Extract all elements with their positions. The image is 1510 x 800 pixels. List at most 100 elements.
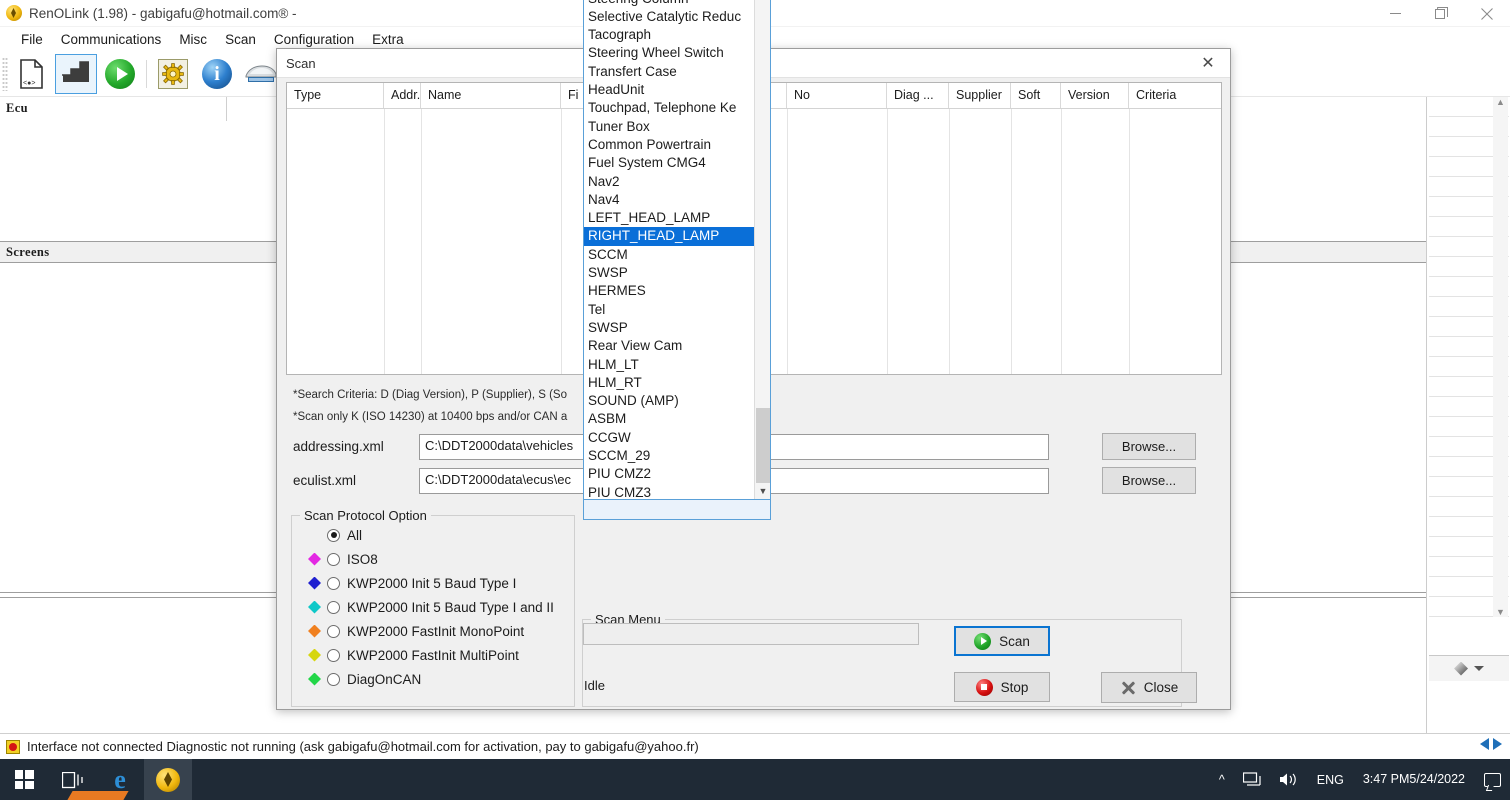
list-item[interactable]: LEFT_HEAD_LAMP: [584, 209, 755, 227]
maximize-button[interactable]: [1418, 0, 1464, 27]
column-header-supplier[interactable]: Supplier: [949, 83, 1011, 108]
radio-fastinit-mono[interactable]: [327, 624, 340, 638]
list-item[interactable]: SCCM_29: [584, 447, 755, 465]
ecu-type-combobox-input[interactable]: [583, 500, 771, 520]
chevron-down-icon[interactable]: [1474, 666, 1484, 671]
notifications-icon[interactable]: [1475, 759, 1510, 800]
eculist-browse-button[interactable]: Browse...: [1102, 467, 1196, 494]
ecu-type-listbox[interactable]: Intelligent Bat Sensor Rear View Cam Ste…: [583, 0, 771, 500]
scroll-down-icon[interactable]: ▼: [755, 482, 770, 499]
list-item[interactable]: Common Powertrain: [584, 136, 755, 154]
scan-dialog-close-icon[interactable]: ✕: [1186, 49, 1230, 77]
menu-communications[interactable]: Communications: [52, 30, 171, 49]
list-item[interactable]: Transfert Case: [584, 63, 755, 81]
stop-button[interactable]: Stop: [954, 672, 1050, 702]
list-item[interactable]: Fuel System CMG4: [584, 154, 755, 172]
volume-icon[interactable]: [1270, 759, 1308, 800]
scrollbar-thumb[interactable]: [756, 408, 770, 483]
close-dialog-button[interactable]: Close: [1101, 672, 1197, 703]
toolbar-grip[interactable]: [2, 56, 8, 91]
scroll-up-icon[interactable]: ▲: [1496, 97, 1505, 107]
column-header-no[interactable]: No: [787, 83, 887, 108]
scan-protocol-option-group: Scan Protocol Option All ISO8 KWP2000 In…: [291, 508, 575, 707]
list-item[interactable]: Nav4: [584, 191, 755, 209]
list-item[interactable]: Nav2: [584, 173, 755, 191]
statusbar-arrows[interactable]: [1480, 738, 1502, 750]
toolbar-settings-button[interactable]: [152, 54, 194, 94]
protocol-option-kwp2000-5baud-1-2[interactable]: KWP2000 Init 5 Baud Type I and II: [292, 595, 574, 619]
tray-clock[interactable]: 3:47 PM 5/24/2022: [1353, 759, 1475, 800]
addressing-browse-button[interactable]: Browse...: [1102, 433, 1196, 460]
toolbar-info-button[interactable]: i: [196, 54, 238, 94]
list-item[interactable]: PIU CMZ3: [584, 484, 755, 499]
column-header-type[interactable]: Type: [287, 83, 384, 108]
arrow-right-icon[interactable]: [1493, 738, 1502, 750]
menu-misc[interactable]: Misc: [170, 30, 216, 49]
menu-scan[interactable]: Scan: [216, 30, 265, 49]
ecu-type-list-items: Intelligent Bat Sensor Rear View Cam Ste…: [584, 0, 755, 499]
radio-kwp2000-5baud-1[interactable]: [327, 576, 340, 590]
tray-chevron-up-icon[interactable]: ^: [1210, 759, 1234, 800]
minimize-button[interactable]: [1372, 0, 1418, 27]
scan-protocol-note: *Scan only K (ISO 14230) at 10400 bps an…: [293, 411, 568, 423]
list-item[interactable]: Tacograph: [584, 26, 755, 44]
close-button[interactable]: [1464, 0, 1510, 27]
list-item[interactable]: HeadUnit: [584, 81, 755, 99]
list-item[interactable]: SCCM: [584, 246, 755, 264]
list-item-selected[interactable]: RIGHT_HEAD_LAMP: [584, 227, 755, 246]
tray-language[interactable]: ENG: [1308, 759, 1353, 800]
list-item[interactable]: Steering Column: [584, 0, 755, 8]
protocol-option-all[interactable]: All: [292, 523, 574, 547]
list-item[interactable]: HLM_RT: [584, 374, 755, 392]
protocol-option-fastinit-multi[interactable]: KWP2000 FastInit MultiPoint: [292, 643, 574, 667]
column-header-name[interactable]: Name: [421, 83, 561, 108]
protocol-option-kwp2000-5baud-1[interactable]: KWP2000 Init 5 Baud Type I: [292, 571, 574, 595]
scroll-down-icon[interactable]: ▼: [1496, 607, 1505, 617]
protocol-option-diagoncan[interactable]: DiagOnCAN: [292, 667, 574, 691]
listbox-scrollbar[interactable]: ▲ ▼: [754, 0, 770, 499]
list-item[interactable]: ASBM: [584, 410, 755, 428]
menu-configuration[interactable]: Configuration: [265, 30, 363, 49]
radio-all[interactable]: [327, 528, 340, 542]
column-header-addr[interactable]: Addr...: [384, 83, 421, 108]
list-item[interactable]: CCGW: [584, 429, 755, 447]
menu-file[interactable]: File: [12, 30, 52, 49]
list-item[interactable]: Tuner Box: [584, 118, 755, 136]
eculist-xml-label: eculist.xml: [293, 473, 357, 488]
list-item[interactable]: SWSP: [584, 264, 755, 282]
menu-extra[interactable]: Extra: [363, 30, 413, 49]
taskbar-renolink-button[interactable]: [144, 759, 192, 800]
toolbar-graph-button[interactable]: [55, 53, 97, 94]
network-icon[interactable]: [1234, 759, 1270, 800]
radio-diagoncan[interactable]: [327, 672, 340, 686]
list-item[interactable]: SOUND (AMP): [584, 392, 755, 410]
column-header-criteria[interactable]: Criteria: [1129, 83, 1209, 108]
radio-kwp2000-5baud-1-2[interactable]: [327, 600, 340, 614]
list-item[interactable]: HLM_LT: [584, 356, 755, 374]
protocol-option-iso8[interactable]: ISO8: [292, 547, 574, 571]
list-item[interactable]: Steering Wheel Switch: [584, 44, 755, 62]
column-header-diag[interactable]: Diag ...: [887, 83, 949, 108]
list-item[interactable]: Touchpad, Telephone Ke: [584, 99, 755, 117]
protocol-option-fastinit-mono[interactable]: KWP2000 FastInit MonoPoint: [292, 619, 574, 643]
toolbar-new-document-button[interactable]: <●>: [11, 54, 53, 94]
arrow-left-icon[interactable]: [1480, 738, 1489, 750]
protocol-label-kwp2000-5baud-1-2: KWP2000 Init 5 Baud Type I and II: [347, 599, 554, 615]
list-item[interactable]: HERMES: [584, 282, 755, 300]
scan-button[interactable]: Scan: [954, 626, 1050, 656]
svg-text:<●>: <●>: [23, 80, 35, 87]
protocol-marker-icon: [308, 672, 321, 686]
list-item[interactable]: Rear View Cam: [584, 337, 755, 355]
list-item[interactable]: PIU CMZ2: [584, 465, 755, 483]
radio-iso8[interactable]: [327, 552, 340, 566]
radio-fastinit-multi[interactable]: [327, 648, 340, 662]
right-scrollbar[interactable]: ▲ ▼: [1493, 97, 1508, 617]
start-button[interactable]: [0, 759, 48, 800]
list-item[interactable]: Selective Catalytic Reduc: [584, 8, 755, 26]
column-header-soft[interactable]: Soft: [1011, 83, 1061, 108]
list-item[interactable]: Tel: [584, 301, 755, 319]
diamond-icon[interactable]: [1454, 661, 1468, 676]
column-header-version[interactable]: Version: [1061, 83, 1129, 108]
toolbar-start-button[interactable]: [99, 54, 141, 94]
list-item[interactable]: SWSP: [584, 319, 755, 337]
